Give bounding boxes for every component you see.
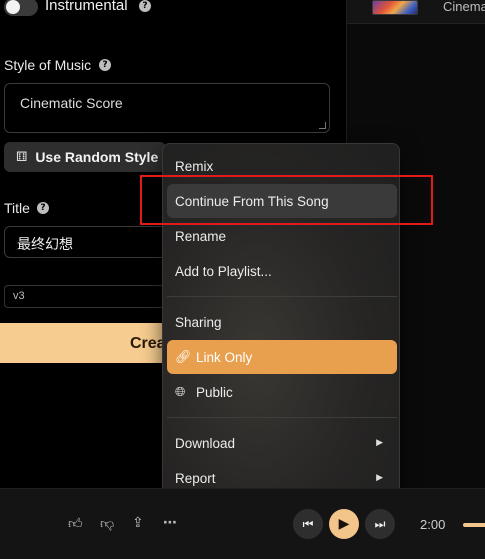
menu-item-public[interactable]: 🌐︎ Public [167, 375, 397, 409]
chevron-right-icon: ▶ [376, 438, 383, 448]
skip-next-icon: ⏭ [374, 516, 386, 531]
link-icon: 🔗︎ [175, 349, 192, 365]
help-icon[interactable]: ? [99, 59, 111, 71]
dice-icon: ⚅ [16, 149, 28, 165]
more-options-icon[interactable]: ⋯ [163, 515, 177, 531]
instrumental-label: Instrumental [45, 0, 128, 14]
skip-previous-icon: ⏮ [302, 516, 314, 531]
previous-track-button[interactable]: ⏮ [293, 509, 323, 539]
menu-item-label: Download [175, 435, 236, 451]
create-button[interactable]: Crea [0, 323, 166, 363]
style-input-value: Cinematic Score [20, 95, 123, 111]
menu-item-label: Rename [175, 228, 227, 244]
style-label: Style of Music [4, 57, 92, 73]
share-icon[interactable]: ⇪ [132, 515, 144, 531]
menu-item-label: Link Only [196, 349, 253, 365]
globe-icon: 🌐︎ [175, 384, 186, 400]
menu-item-link-only[interactable]: 🔗︎ Link Only [167, 340, 397, 374]
menu-section-sharing: Sharing [167, 305, 397, 339]
thumbs-down-icon[interactable]: 👎︎ [100, 515, 114, 532]
menu-item-add-to-playlist[interactable]: Add to Playlist... [167, 254, 397, 288]
model-select[interactable]: v3 [4, 285, 164, 308]
help-icon[interactable]: ? [139, 0, 151, 12]
menu-item-label: Report [175, 470, 216, 486]
title-input[interactable]: 最终幻想 [4, 226, 164, 258]
annotation-highlight-box [140, 175, 433, 225]
style-input[interactable]: Cinematic Score [4, 83, 330, 133]
random-style-button[interactable]: ⚅ Use Random Style [4, 142, 166, 172]
song-thumbnail[interactable] [372, 0, 418, 15]
menu-item-label: Add to Playlist... [175, 263, 272, 279]
menu-item-label: Public [196, 384, 233, 400]
random-style-label: Use Random Style [35, 149, 159, 165]
help-icon[interactable]: ? [37, 202, 49, 214]
create-button-label: Crea [130, 335, 166, 352]
song-row[interactable]: Cinema [347, 0, 485, 24]
menu-section-label: Sharing [175, 314, 222, 330]
song-title[interactable]: Cinema [443, 0, 485, 14]
progress-bar[interactable] [463, 523, 485, 527]
instrumental-toggle[interactable] [4, 0, 38, 16]
play-button[interactable]: ▶ [329, 509, 359, 539]
chevron-right-icon: ▶ [376, 473, 383, 483]
menu-item-download[interactable]: Download ▶ [167, 426, 397, 460]
toggle-knob [6, 0, 20, 14]
play-icon: ▶ [338, 516, 350, 532]
menu-divider [167, 296, 397, 297]
player-bar: 👍︎ 👎︎ ⇪ ⋯ ⏮ ▶ ⏭ 2:00 [0, 488, 485, 559]
next-track-button[interactable]: ⏭ [365, 509, 395, 539]
title-label: Title [4, 200, 30, 216]
thumbs-up-icon[interactable]: 👍︎ [68, 515, 83, 532]
menu-item-label: Remix [175, 158, 214, 174]
playback-time: 2:00 [420, 517, 446, 532]
resize-handle-icon[interactable] [319, 122, 326, 129]
menu-divider [167, 417, 397, 418]
